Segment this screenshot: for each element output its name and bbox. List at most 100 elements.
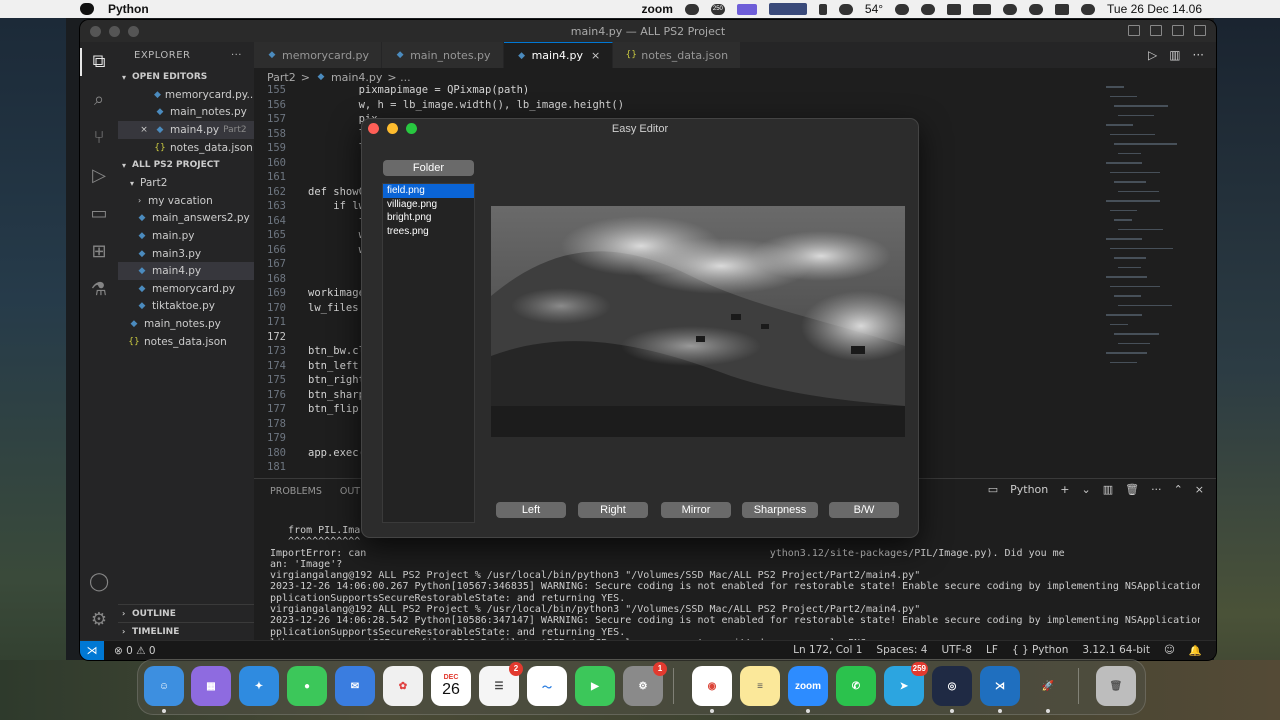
minimize-window-button[interactable] [109, 26, 120, 37]
tab-notes-data[interactable]: {} notes_data.json [613, 42, 742, 68]
indentation[interactable]: Spaces: 4 [876, 644, 927, 657]
more-actions-icon[interactable]: ··· [1193, 48, 1204, 62]
cloud-icon[interactable] [895, 3, 910, 15]
code-line[interactable]: 156 w, h = lb_image.width(), lb_image.he… [254, 99, 1114, 114]
battery-icon[interactable] [973, 3, 992, 15]
cpu-badge-icon[interactable]: 250 [710, 3, 725, 15]
reminders-icon[interactable]: ☰ 2 [479, 662, 523, 706]
tree-folder-my-vacation[interactable]: › my vacation [118, 192, 254, 210]
freeform-icon[interactable]: 〜 [527, 666, 567, 706]
sharpness-button[interactable]: Sharpness [742, 502, 818, 518]
zoom-status-icon[interactable]: zoom [642, 2, 673, 16]
problems-count[interactable]: ⊗ 0 ⚠ 0 [114, 645, 156, 657]
file-list-item-selected[interactable]: field.png [383, 184, 474, 198]
chevron-down-icon[interactable]: ⌄ [1081, 483, 1090, 496]
run-icon[interactable]: ▷ [1148, 48, 1157, 62]
settings-gear-icon[interactable]: ⚙ [89, 610, 109, 630]
tree-file[interactable]: ◆ tiktaktoe.py [118, 298, 254, 316]
safari-icon[interactable]: ✦ [239, 666, 279, 706]
trash-icon[interactable]: 🗑 [1096, 666, 1136, 706]
close-window-button[interactable] [90, 26, 101, 37]
testing-icon[interactable]: ⚗ [89, 280, 109, 300]
tree-file[interactable]: ◆ main_answers2.py [118, 210, 254, 228]
vscode-icon[interactable]: ⋊ [980, 666, 1020, 713]
app-menu-name[interactable]: Python [108, 2, 149, 16]
control-center-icon[interactable] [1055, 3, 1070, 15]
breadcrumb-symbol[interactable]: > ... [387, 71, 410, 84]
extensions-icon[interactable]: ⊞ [89, 242, 109, 262]
minimap[interactable] [1106, 86, 1196, 386]
tab-main-notes[interactable]: ◆ main_notes.py [382, 42, 504, 68]
folder-button[interactable]: Folder [383, 160, 474, 176]
code-line[interactable]: 155 pixmapimage = QPixmap(path) [254, 84, 1114, 99]
close-window-button[interactable] [368, 123, 379, 134]
messages-icon[interactable]: ● [287, 666, 327, 706]
remote-indicator-icon[interactable]: ⋊ [80, 640, 104, 660]
facetime-icon[interactable]: ▶ [575, 666, 615, 706]
mail-icon[interactable]: ✉ [335, 666, 375, 706]
close-panel-icon[interactable]: × [1195, 483, 1204, 496]
more-actions-icon[interactable]: ··· [1151, 483, 1162, 496]
weather-icon[interactable] [838, 3, 853, 15]
close-editor-icon[interactable]: × [138, 125, 150, 135]
notifications-bell-icon[interactable]: 🔔 [1189, 644, 1202, 657]
left-button[interactable]: Left [496, 502, 566, 518]
breadcrumb-folder[interactable]: Part2 [267, 71, 296, 84]
file-list-item[interactable]: villiage.png [383, 198, 474, 212]
whatsapp-icon[interactable]: ✆ [836, 666, 876, 706]
temperature-text[interactable]: 54° [865, 2, 883, 16]
source-control-icon[interactable]: ⑂ [89, 128, 109, 148]
account-icon[interactable]: ◯ [89, 572, 109, 592]
search-icon[interactable] [1029, 3, 1044, 15]
chrome-icon[interactable]: ◉ [692, 666, 732, 713]
obs-icon[interactable]: ◎ [932, 666, 972, 713]
open-editor-item[interactable]: ◆ memorycard.py... [118, 86, 254, 104]
breadcrumb-file[interactable]: main4.py [331, 71, 382, 84]
open-editor-item-active[interactable]: × ◆ main4.py Part2 [118, 121, 254, 139]
bw-button[interactable]: B/W [829, 502, 899, 518]
close-tab-icon[interactable]: × [591, 49, 600, 62]
split-terminal-icon[interactable]: ▥ [1103, 483, 1113, 496]
siri-icon[interactable] [1081, 3, 1096, 15]
tab-main4[interactable]: ◆ main4.py × [503, 42, 614, 68]
photos-icon[interactable]: ✿ [383, 666, 423, 706]
toggle-secondary-sidebar-icon[interactable] [1172, 25, 1184, 36]
tree-file[interactable]: {} notes_data.json [118, 333, 254, 351]
file-list[interactable]: field.png villiage.png bright.png trees.… [382, 183, 475, 523]
open-editor-item[interactable]: ◆ main_notes.py [118, 104, 254, 122]
minimize-window-button[interactable] [387, 123, 398, 134]
open-editors-section[interactable]: ▾ OPEN EDITORS [118, 68, 254, 86]
file-list-item[interactable]: trees.png [383, 225, 474, 239]
encoding[interactable]: UTF-8 [941, 644, 972, 657]
zoom-window-button[interactable] [406, 123, 417, 134]
mirror-button[interactable]: Mirror [661, 502, 731, 518]
new-terminal-icon[interactable]: + [1060, 483, 1069, 496]
display-icon[interactable] [947, 3, 962, 15]
tab-problems[interactable]: PROBLEMS [270, 486, 322, 497]
python-launcher-icon[interactable]: 🚀 [1028, 666, 1068, 713]
screen-share-icon[interactable] [736, 3, 757, 15]
calendar-icon[interactable]: DEC 26 [431, 666, 471, 706]
toggle-panel-icon[interactable] [1150, 25, 1162, 36]
search-icon[interactable]: ⌕ [89, 90, 109, 110]
tree-file[interactable]: ◆ main_notes.py [118, 315, 254, 333]
toggle-sidebar-icon[interactable] [1128, 25, 1140, 36]
tree-file-selected[interactable]: ◆ main4.py [118, 262, 254, 280]
timeline-section[interactable]: › TIMELINE [118, 622, 254, 640]
tree-file[interactable]: ◆ main.py [118, 227, 254, 245]
cursor-position[interactable]: Ln 172, Col 1 [793, 644, 862, 657]
network-meter-icon[interactable] [768, 3, 807, 15]
python-interpreter[interactable]: 3.12.1 64-bit [1082, 644, 1150, 657]
wifi-icon[interactable] [1003, 3, 1018, 15]
terminal-shell-label[interactable]: Python [1010, 483, 1048, 496]
remote-explorer-icon[interactable]: ▭ [89, 204, 109, 224]
activity-icon[interactable] [684, 3, 699, 15]
explorer-icon[interactable]: ⧉ [80, 48, 109, 76]
outline-section[interactable]: › OUTLINE [118, 604, 254, 622]
tab-memorycard[interactable]: ◆ memorycard.py [254, 42, 383, 68]
tree-file[interactable]: ◆ main3.py [118, 245, 254, 263]
end-of-line[interactable]: LF [986, 644, 998, 657]
apple-menu-icon[interactable] [80, 3, 94, 15]
tree-file[interactable]: ◆ memorycard.py [118, 280, 254, 298]
customize-layout-icon[interactable] [1194, 25, 1206, 36]
